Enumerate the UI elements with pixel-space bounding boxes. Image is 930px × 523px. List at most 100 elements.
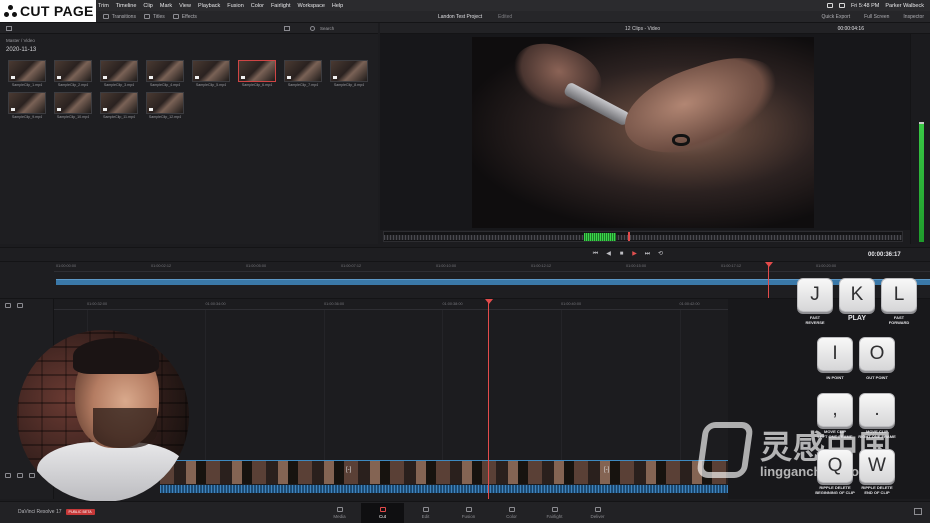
clip-thumbnail-image: [284, 60, 322, 82]
key-w: W: [859, 449, 895, 483]
page-tab-deliver[interactable]: Deliver: [576, 503, 619, 523]
menubar-user: Parker Walbeck: [885, 2, 924, 9]
clip-thumbnail[interactable]: SampleClip_9.mp4: [8, 92, 46, 119]
video-clip-icon: [149, 76, 153, 79]
menu-item-view[interactable]: View: [179, 3, 191, 9]
titles-icon: [143, 14, 150, 19]
titles-button[interactable]: Titles: [143, 14, 165, 20]
menubar: Trim Timeline Clip Mark View Playback Fusion Co…: [0, 0, 930, 11]
menu-item-trim[interactable]: Trim: [98, 3, 109, 9]
page-tab-fairlight[interactable]: Fairlight: [533, 503, 576, 523]
watermark-en: lingganchina.com: [760, 464, 871, 479]
page-tab-label: Color: [506, 514, 517, 519]
page-tab-fusion[interactable]: Fusion: [447, 503, 490, 523]
menu-item-fusion[interactable]: Fusion: [227, 3, 244, 9]
viewer[interactable]: [380, 34, 910, 230]
inspector-button[interactable]: Inspector: [903, 14, 924, 20]
quick-export-button[interactable]: Quick Export: [822, 14, 851, 20]
page-tab-edit[interactable]: Edit: [404, 503, 447, 523]
reverse-play-icon[interactable]: ◀: [605, 251, 612, 258]
page-tabs: Media Cut Edit Fusion Color Fairlight Deliver: [318, 503, 619, 523]
key-o-caption: OUT POINT: [866, 375, 888, 380]
clip-thumbnail[interactable]: SampleClip_6.mp4: [238, 60, 276, 87]
edit-page-icon: [422, 507, 429, 512]
ruler-timecode: 01:00:12:12: [531, 264, 552, 268]
lower-playhead-head[interactable]: [485, 299, 493, 304]
clip-thumbnail[interactable]: SampleClip_1.mp4: [8, 60, 46, 87]
effects-button[interactable]: Effects: [172, 14, 197, 20]
search-label[interactable]: Search: [320, 26, 334, 31]
ruler-timecode: 01:00:34:00: [205, 302, 226, 306]
beta-badge: PUBLIC BETA: [65, 509, 95, 515]
clip-thumbnail[interactable]: SampleClip_11.mp4: [100, 92, 138, 119]
key-k-caption: PLAY: [847, 315, 867, 322]
upper-timeline-ruler[interactable]: 01:00:00:00 01:00:02:12 01:00:05:00 01:00:0…: [54, 262, 930, 272]
clip-thumbnail[interactable]: SampleClip_4.mp4: [146, 60, 184, 87]
menu-item-playback[interactable]: Playback: [198, 3, 220, 9]
page-navigation-bar: DaVinci Resolve 17 PUBLIC BETA Media Cut E…: [0, 501, 930, 523]
cut-page-logo-icon: [4, 4, 17, 18]
play-icon[interactable]: ▶: [631, 251, 638, 258]
grid-view-icon[interactable]: [284, 26, 290, 31]
video-clip-icon: [195, 76, 199, 79]
ruler-timecode: 01:00:38:00: [442, 302, 463, 306]
list-view-icon[interactable]: [6, 25, 12, 31]
transitions-button[interactable]: Transitions: [102, 14, 136, 20]
edit-marker-icon: [-]: [346, 467, 352, 473]
go-to-end-icon[interactable]: ⏭: [644, 251, 651, 258]
menu-item-fairlight[interactable]: Fairlight: [271, 3, 291, 9]
ruler-timecode: 01:00:40:00: [561, 302, 582, 306]
app-name: DaVinci Resolve 17: [18, 509, 62, 515]
video-clip-icon: [57, 76, 61, 79]
viewer-toolbar: 12 Clips - Video 00:00:04:16: [380, 23, 930, 34]
video-clip-track[interactable]: [-] [-]: [160, 460, 728, 484]
menu-item-clip[interactable]: Clip: [143, 3, 152, 9]
cut-page-title: CUT PAGE: [20, 3, 94, 19]
stop-icon[interactable]: ■: [618, 251, 625, 258]
clip-thumbnail[interactable]: SampleClip_8.mp4: [330, 60, 368, 87]
page-tab-cut[interactable]: Cut: [361, 503, 404, 523]
ruler-timecode: 01:00:20:00: [816, 264, 837, 268]
home-icon[interactable]: [914, 508, 922, 515]
lower-playhead[interactable]: [488, 299, 489, 499]
viewer-title: 12 Clips - Video: [625, 26, 661, 32]
video-clip-icon: [103, 76, 107, 79]
clip-thumbnail[interactable]: SampleClip_7.mp4: [284, 60, 322, 87]
menu-item-color[interactable]: Color: [251, 3, 264, 9]
search-icon[interactable]: [310, 26, 315, 31]
clip-name: SampleClip_5.mp4: [195, 83, 227, 87]
ruler-timecode: 01:00:15:00: [626, 264, 647, 268]
clip-thumbnail[interactable]: SampleClip_12.mp4: [146, 92, 184, 119]
audio-lock-icon[interactable]: [5, 473, 11, 478]
page-tab-color[interactable]: Color: [490, 503, 533, 523]
clip-thumbnail[interactable]: SampleClip_5.mp4: [192, 60, 230, 87]
lock-icon[interactable]: [5, 303, 11, 308]
cut-page-icon: [379, 507, 386, 512]
breadcrumb[interactable]: Master / Video: [6, 38, 35, 43]
full-screen-button[interactable]: Full Screen: [864, 14, 889, 20]
upper-timeline[interactable]: 01:00:00:00 01:00:02:12 01:00:05:00 01:00:0…: [0, 262, 930, 298]
page-tab-media[interactable]: Media: [318, 503, 361, 523]
media-pool: Master / Video 2020-11-13 SampleClip_1.m…: [0, 34, 378, 244]
clip-thumbnail[interactable]: SampleClip_10.mp4: [54, 92, 92, 119]
source-tape-scrubber[interactable]: [383, 231, 903, 242]
upper-playhead-head[interactable]: [765, 262, 773, 267]
lower-timeline-ruler[interactable]: 01:00:32:00 01:00:34:00 01:00:36:00 01:00:3…: [54, 299, 730, 310]
menu-item-help[interactable]: Help: [332, 3, 343, 9]
visibility-icon[interactable]: [17, 303, 23, 308]
clip-thumbnail-image: [146, 92, 184, 114]
clip-thumbnail[interactable]: SampleClip_3.mp4: [100, 60, 138, 87]
menu-item-timeline[interactable]: Timeline: [116, 3, 137, 9]
menu-item-workspace[interactable]: Workspace: [298, 3, 325, 9]
menu-item-mark[interactable]: Mark: [160, 3, 172, 9]
bin-date: 2020-11-13: [6, 47, 37, 53]
audio-clip-track[interactable]: [160, 485, 728, 493]
fusion-page-icon: [465, 507, 472, 512]
menubar-status: Fri 5:48 PM Parker Walbeck: [826, 2, 930, 9]
key-w-caption: RIPPLE DELETE END OF CLIP: [861, 485, 893, 495]
loop-icon[interactable]: ⟲: [657, 251, 664, 258]
clip-thumbnail[interactable]: SampleClip_2.mp4: [54, 60, 92, 87]
go-to-start-icon[interactable]: ⏮: [592, 251, 599, 258]
upper-playhead[interactable]: [768, 262, 769, 298]
scrubber-playhead[interactable]: [628, 232, 630, 241]
